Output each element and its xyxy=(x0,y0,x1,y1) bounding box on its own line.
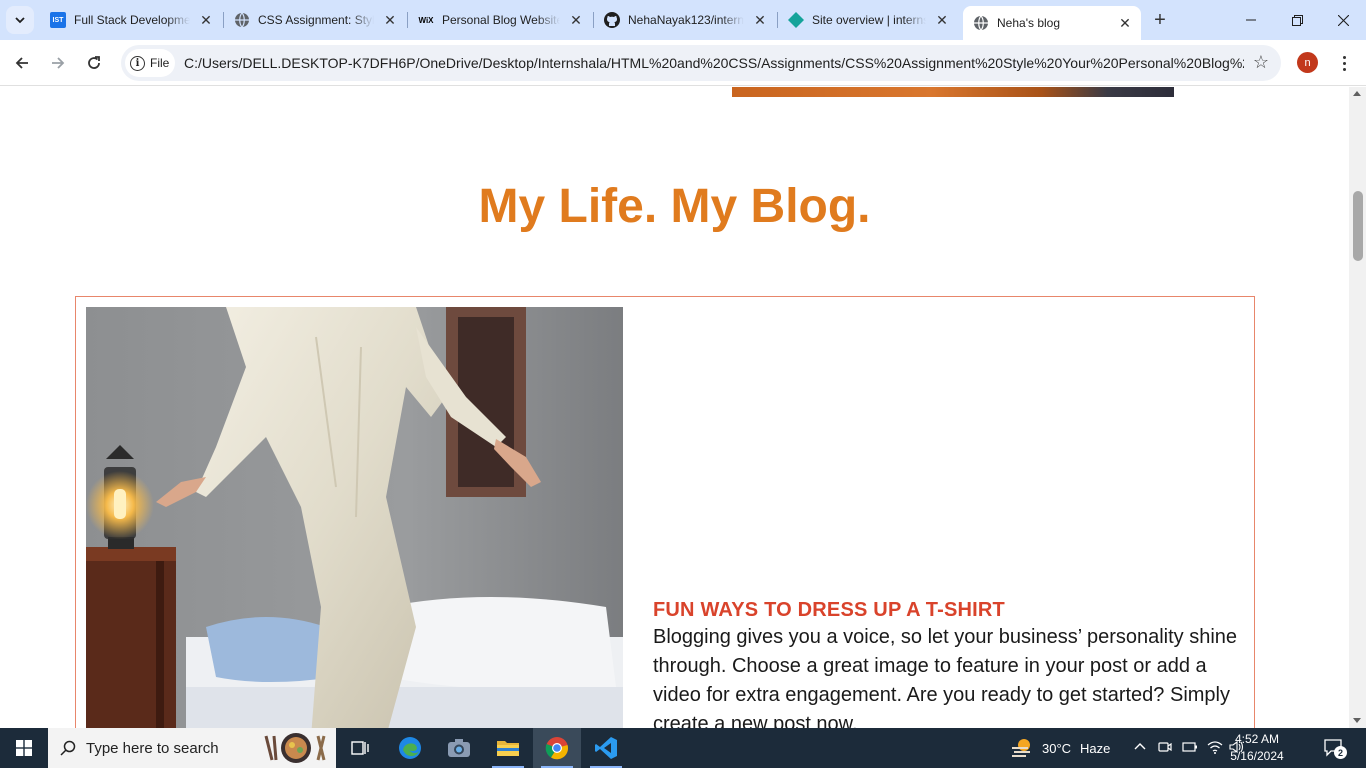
notifications-button[interactable]: 2 xyxy=(1322,736,1347,760)
close-tab-icon[interactable]: ✕ xyxy=(382,12,398,28)
bookmark-star-icon[interactable]: ☆ xyxy=(1253,52,1269,73)
header-image-bottom-edge xyxy=(732,87,1174,97)
chevron-up-icon[interactable] xyxy=(1133,740,1147,757)
tab-title: Personal Blog Website xyxy=(442,13,560,27)
battery-icon[interactable] xyxy=(1182,740,1198,757)
start-button[interactable] xyxy=(0,728,48,768)
site-info-label: File xyxy=(150,56,170,70)
blog-title: My Life. My Blog. xyxy=(478,180,871,233)
close-tab-icon[interactable]: ✕ xyxy=(1117,15,1133,31)
site-info-chip[interactable]: i File xyxy=(125,49,175,77)
tab-github[interactable]: NehaNayak123/internshala ✕ xyxy=(594,6,776,34)
camera-icon xyxy=(448,739,470,757)
browser-toolbar: i File C:/Users/DELL.DESKTOP-K7DFH6P/One… xyxy=(0,40,1366,86)
tab-css-assignment[interactable]: CSS Assignment: Style Your Personal Blog… xyxy=(224,6,406,34)
wix-favicon-icon: WiX xyxy=(418,15,434,25)
scroll-down-arrow-icon[interactable] xyxy=(1353,718,1361,723)
close-window-button[interactable] xyxy=(1320,0,1366,40)
github-icon xyxy=(604,12,620,28)
page-viewport: My Life. My Blog. FUN WAYS TO DRESS UP A… xyxy=(0,87,1349,728)
minimize-icon xyxy=(1246,19,1256,21)
back-button[interactable] xyxy=(8,49,36,77)
close-tab-icon[interactable]: ✕ xyxy=(198,12,214,28)
windows-taskbar: Type here to search 30°C Haze 4:52 AM 5/… xyxy=(0,728,1366,768)
browser-menu-icon[interactable] xyxy=(1332,50,1356,76)
ist-favicon-icon: IST xyxy=(50,12,66,28)
task-view-icon xyxy=(351,741,369,755)
url-text[interactable]: C:/Users/DELL.DESKTOP-K7DFH6P/OneDrive/D… xyxy=(184,55,1244,71)
tab-title: Neha's blog xyxy=(997,16,1060,30)
tab-strip: IST Full Stack Development ✕ CSS Assignm… xyxy=(0,0,1366,40)
forward-button[interactable] xyxy=(44,49,72,77)
clock-time: 4:52 AM xyxy=(1234,732,1280,746)
address-bar[interactable]: i File C:/Users/DELL.DESKTOP-K7DFH6P/One… xyxy=(121,45,1281,81)
restore-button[interactable] xyxy=(1274,0,1320,40)
chrome-icon xyxy=(545,737,569,760)
netlify-favicon-icon xyxy=(788,12,804,28)
taskbar-edge[interactable] xyxy=(386,728,434,768)
page-scrollbar[interactable] xyxy=(1349,87,1366,728)
globe-icon xyxy=(973,15,989,31)
weather-icon[interactable] xyxy=(1010,736,1034,760)
tab-title: CSS Assignment: Style Your Personal Blog xyxy=(258,13,374,27)
vscode-icon xyxy=(595,737,617,759)
taskbar-vscode[interactable] xyxy=(582,728,630,768)
reload-button[interactable] xyxy=(80,49,108,77)
plus-icon: + xyxy=(1154,8,1166,31)
post-image xyxy=(86,307,623,728)
taskbar-file-explorer[interactable] xyxy=(484,728,532,768)
tab-search-button[interactable] xyxy=(6,6,34,34)
arrow-right-icon xyxy=(52,57,65,69)
globe-icon xyxy=(234,12,250,28)
info-icon: i xyxy=(130,55,145,71)
close-tab-icon[interactable]: ✕ xyxy=(568,12,584,28)
task-view-button[interactable] xyxy=(336,728,384,768)
weather-temperature[interactable]: 30°C xyxy=(1042,728,1071,768)
tab-nehas-blog[interactable]: Neha's blog ✕ xyxy=(963,6,1141,40)
post-heading: FUN WAYS TO DRESS UP A T-SHIRT xyxy=(653,599,1005,621)
taskbar-camera[interactable] xyxy=(435,728,483,768)
scroll-up-arrow-icon[interactable] xyxy=(1353,91,1361,96)
tab-title: NehaNayak123/internshala xyxy=(628,13,744,27)
weather-description[interactable]: Haze xyxy=(1080,728,1110,768)
tab-title: Site overview | internshala xyxy=(812,13,926,27)
close-tab-icon[interactable]: ✕ xyxy=(934,12,950,28)
close-tab-icon[interactable]: ✕ xyxy=(752,12,768,28)
restore-icon xyxy=(1291,14,1303,26)
taskbar-search-box[interactable]: Type here to search xyxy=(48,728,336,768)
taskbar-chrome[interactable] xyxy=(533,728,581,768)
minimize-button[interactable] xyxy=(1228,0,1274,40)
post-body: Blogging gives you a voice, so let your … xyxy=(653,626,1238,728)
taskbar-clock[interactable]: 4:52 AM 5/16/2024 xyxy=(1225,731,1289,765)
tab-full-stack[interactable]: IST Full Stack Development ✕ xyxy=(40,6,222,34)
meet-now-icon[interactable] xyxy=(1158,740,1172,757)
search-placeholder: Type here to search xyxy=(86,739,219,757)
folder-icon xyxy=(497,741,519,756)
notification-count-badge: 2 xyxy=(1334,746,1347,759)
tab-personal-blog-website[interactable]: WiX Personal Blog Website ✕ xyxy=(408,6,592,34)
chevron-down-icon xyxy=(15,17,25,24)
wifi-icon[interactable] xyxy=(1207,740,1223,757)
profile-avatar[interactable]: n xyxy=(1297,52,1318,73)
clock-date: 5/16/2024 xyxy=(1230,749,1284,763)
arrow-left-icon xyxy=(15,57,28,69)
edge-icon xyxy=(399,737,421,759)
reload-icon xyxy=(88,56,100,69)
scrollbar-thumb[interactable] xyxy=(1353,191,1363,261)
close-icon xyxy=(1337,14,1349,26)
windows-logo-icon xyxy=(16,740,32,756)
tab-site-overview[interactable]: Site overview | internshala ✕ xyxy=(778,6,958,34)
blog-post-card: FUN WAYS TO DRESS UP A T-SHIRT Blogging … xyxy=(75,296,1255,728)
search-highlight-icon xyxy=(262,730,330,766)
tab-title: Full Stack Development xyxy=(74,13,190,27)
search-icon xyxy=(60,740,76,756)
new-tab-button[interactable]: + xyxy=(1148,8,1172,32)
